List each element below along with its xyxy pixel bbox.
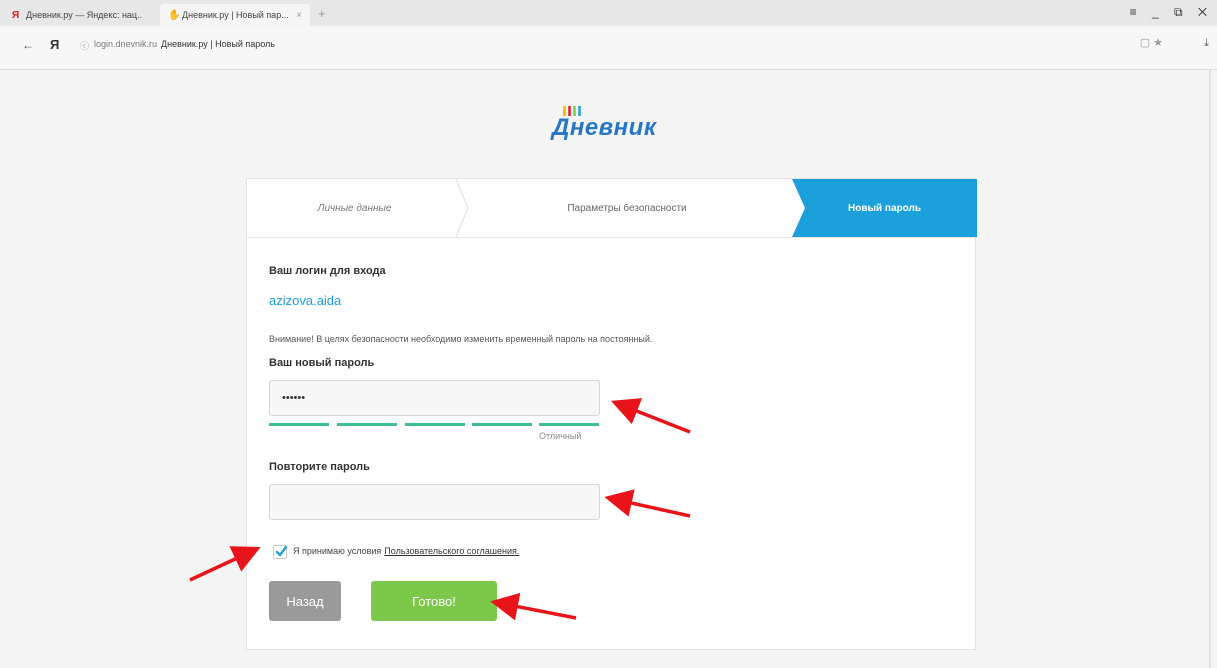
arrow-icon [610,398,691,434]
arrow-icon [189,546,261,582]
arrow-icon [490,592,577,621]
annotation-arrows [189,398,691,621]
arrow-icon [604,489,691,518]
